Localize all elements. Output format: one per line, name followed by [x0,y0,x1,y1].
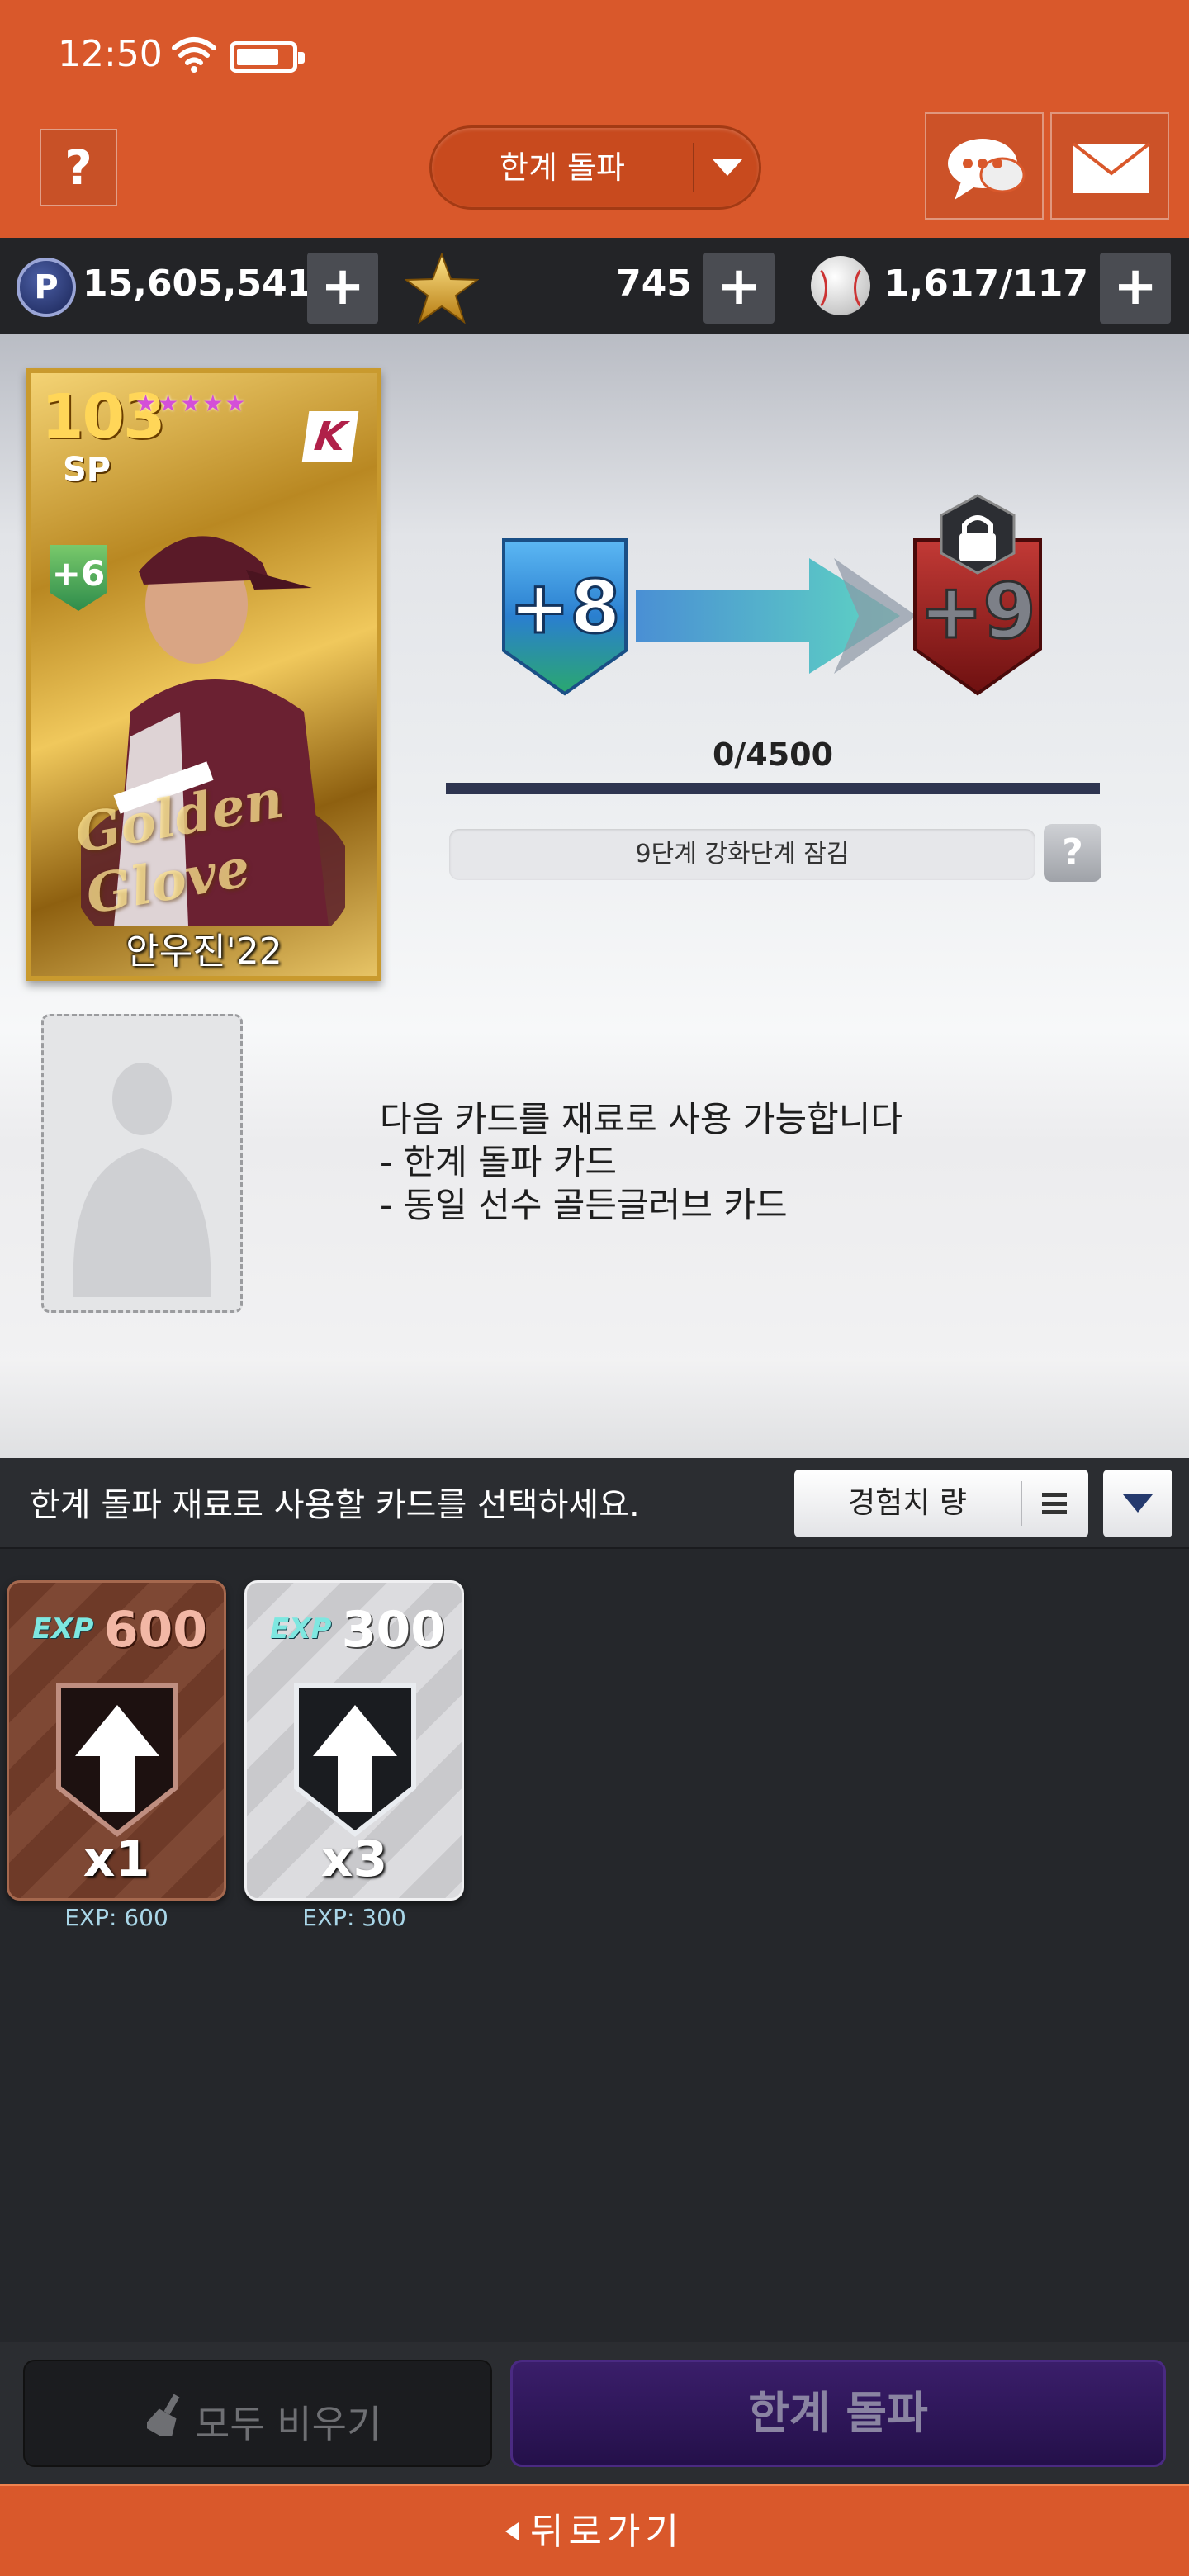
sort-select-label: 경험치 량 [848,1486,967,1520]
exp-caption: EXP: 300 [302,1904,406,1931]
back-label: 뒤로가기 [0,2486,1189,2576]
mail-icon [1072,142,1151,193]
exp-caption: EXP: 600 [64,1904,168,1931]
stars-value: 745 [616,263,692,305]
chevron-down-icon [713,159,742,176]
add-points-button[interactable]: + [307,253,378,324]
card-stars-icon: ★★★★★ [135,390,248,417]
material-slot[interactable] [41,1014,243,1313]
upgrade-arrow-icon [636,558,917,674]
current-level-badge: +8 [502,538,628,696]
exp-progress-bar [446,783,1100,794]
exp-amount: 300 [341,1601,445,1659]
exp-card-300[interactable]: EXP 300 x3 [244,1580,464,1901]
mode-dropdown-label: 한계 돌파 [500,149,625,186]
team-logo-icon: K [301,411,359,462]
mode-dropdown[interactable]: 한계 돌파 [429,125,761,210]
wifi-icon [172,37,216,73]
mail-button[interactable] [1050,112,1169,220]
back-text: 뒤로가기 [530,2511,684,2553]
material-info-line: 다음 카드를 재료로 사용 가능합니다 [380,1099,903,1139]
back-button[interactable]: 뒤로가기 [0,2484,1189,2576]
upgrade-arrow-shield-icon [56,1683,178,1837]
exp-tag: EXP [270,1612,332,1646]
material-info: 다음 카드를 재료로 사용 가능합니다 - 한계 돌파 카드 - 동일 선수 골… [380,1098,902,1227]
upgrade-arrow-shield-icon [294,1683,416,1837]
sort-order-button[interactable] [1103,1470,1172,1537]
add-balls-button[interactable]: + [1100,253,1171,324]
limit-break-button[interactable]: 한계 돌파 [510,2360,1166,2467]
next-level-text: +9 [919,567,1035,656]
exp-tag: EXP [32,1612,94,1646]
chat-button[interactable] [925,112,1044,220]
exp-amount: 600 [103,1601,207,1659]
limit-break-label: 한계 돌파 [748,2387,928,2439]
clear-all-label: 모두 비우기 [195,2402,382,2446]
lock-notice: 9단계 강화단계 잠김 [449,829,1035,880]
question-icon: ? [64,140,92,196]
material-info-line: - 한계 돌파 카드 [380,1142,618,1182]
points-coin-icon: P [17,258,76,317]
balls-value: 1,617/117 [883,263,1088,305]
sort-select-divider [1021,1481,1022,1526]
next-level-badge: +9 [913,494,1042,696]
broom-icon [147,2394,180,2436]
exp-progress-text: 0/4500 [712,736,834,773]
card-position: SP [63,451,111,489]
star-icon [405,253,479,324]
selection-hint: 한계 돌파 재료로 사용할 카드를 선택하세요. [30,1486,640,1524]
menu-icon [1042,1493,1067,1514]
clear-all-button[interactable]: 모두 비우기 [23,2360,492,2467]
dropdown-divider [693,143,694,192]
battery-icon [230,41,305,73]
add-stars-button[interactable]: + [703,253,775,324]
help-button[interactable]: ? [40,129,117,206]
exp-quantity: x3 [320,1830,388,1888]
exp-card-600[interactable]: EXP 600 x1 [7,1580,226,1901]
back-arrow-icon [505,2522,519,2540]
status-time: 12:50 [58,33,163,75]
material-info-line: - 동일 선수 골든글러브 카드 [380,1185,788,1225]
chat-icon [948,139,1026,200]
lock-help-button[interactable]: ? [1044,824,1101,882]
sort-select[interactable]: 경험치 량 [794,1470,1088,1537]
battery-level [237,49,278,65]
player-silhouette-icon [73,1063,211,1297]
points-value: 15,605,541 [83,263,313,305]
baseball-icon [811,256,870,315]
player-card[interactable]: 103 SP ★★★★★ K +6 Golden Glove 안우진'22 [26,368,381,981]
card-player-name: 안우진'22 [126,930,282,973]
current-level-text: +8 [509,565,621,650]
exp-quantity: x1 [83,1830,150,1888]
